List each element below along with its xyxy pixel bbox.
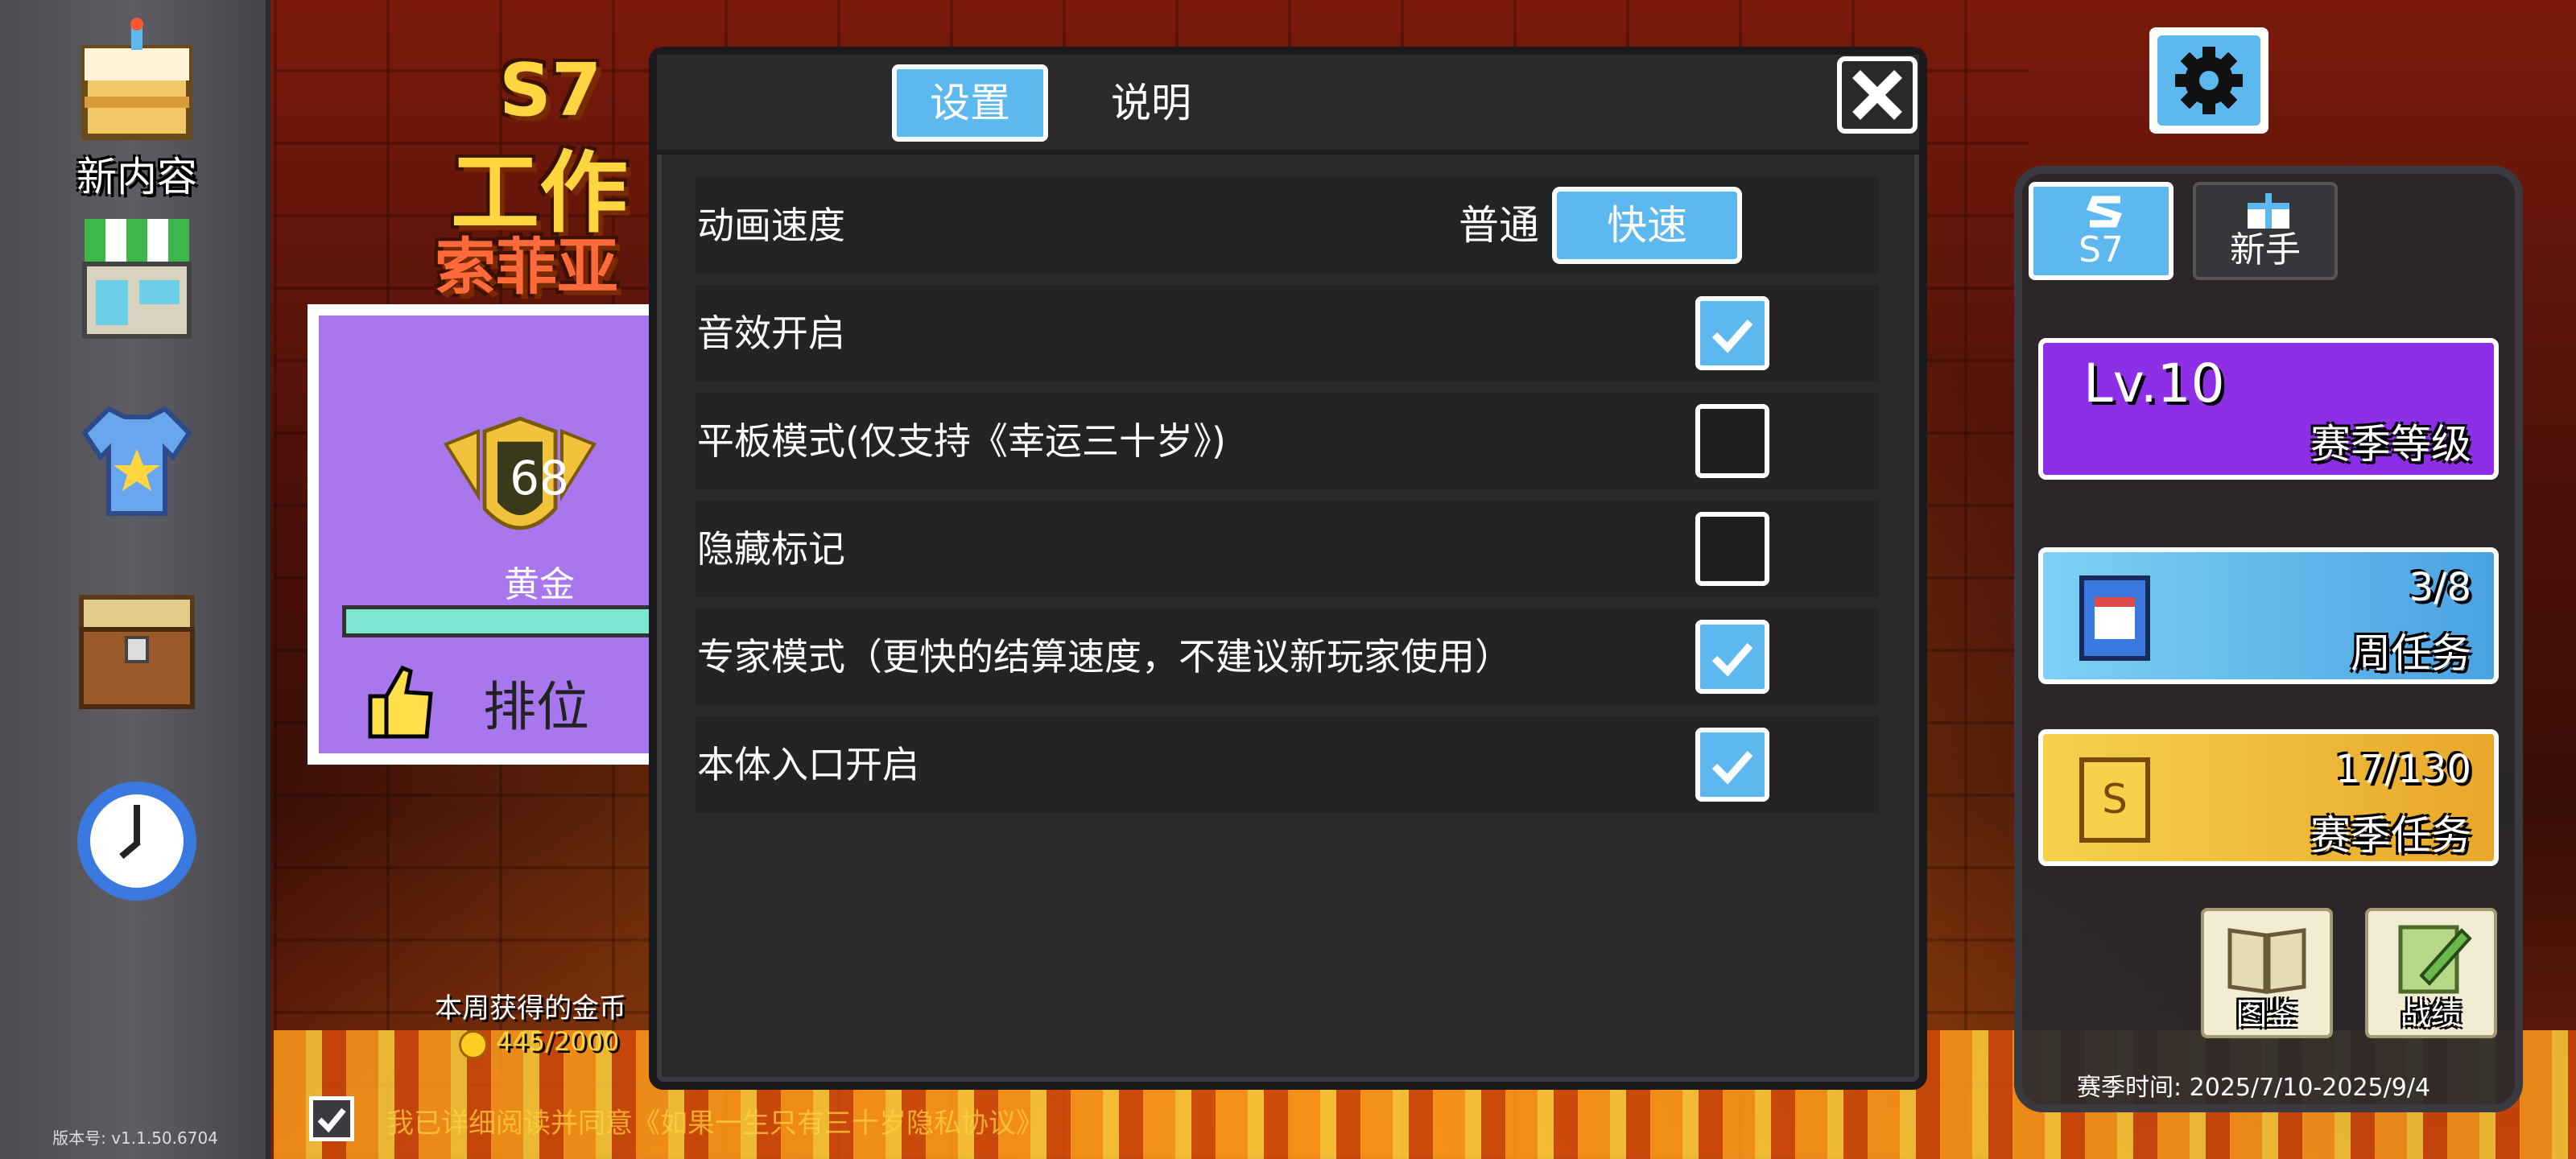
- settings-button[interactable]: [2149, 27, 2268, 134]
- season-quest-card[interactable]: S 17/130 赛季任务: [2038, 729, 2499, 866]
- season-level: Lv.10: [2083, 353, 2225, 415]
- tab-label: S7: [2079, 229, 2124, 270]
- sidebar-item-shop[interactable]: [56, 211, 217, 348]
- left-sidebar: 新内容 版本号: v1.1.50.6704: [0, 0, 270, 1159]
- record-button[interactable]: 战绩: [2365, 908, 2497, 1038]
- tab-s7[interactable]: S7: [2029, 182, 2174, 280]
- tab-help[interactable]: 说明: [1079, 64, 1224, 142]
- tshirt-icon: [68, 393, 205, 530]
- check-icon: [317, 1107, 346, 1133]
- shop-icon: [68, 211, 205, 348]
- calendar-scroll-icon: [2079, 575, 2150, 661]
- season-s-icon: [2087, 196, 2122, 228]
- rank-mode-label: 排位: [483, 676, 589, 738]
- setting-row-sound: 音效开启: [696, 285, 1879, 382]
- tab-label: 新手: [2230, 229, 2301, 270]
- sidebar-item-wardrobe[interactable]: [56, 393, 217, 530]
- main-entry-checkbox[interactable]: [1695, 728, 1769, 802]
- setting-label: 本体入口开启: [697, 743, 919, 786]
- hide-marks-checkbox[interactable]: [1695, 512, 1769, 586]
- record-label: 战绩: [2400, 996, 2462, 1032]
- setting-label: 平板模式(仅支持《幸运三十岁》): [697, 419, 1226, 463]
- codex-label: 图鉴: [2235, 996, 2297, 1032]
- chest-icon: [68, 581, 205, 718]
- weekly-quest-title: 周任务: [2351, 630, 2471, 677]
- setting-row-expert-mode: 专家模式（更快的结算速度，不建议新玩家使用）: [696, 608, 1879, 705]
- expert-mode-checkbox[interactable]: [1695, 620, 1769, 694]
- sidebar-item-label: 新内容: [76, 154, 197, 200]
- scroll-pen-icon: [2398, 925, 2472, 994]
- sound-checkbox[interactable]: [1695, 296, 1769, 370]
- event-title-line2: 索菲亚: [435, 231, 618, 303]
- thumbs-up-icon: [368, 665, 433, 739]
- sidebar-item-new-content[interactable]: 新内容: [56, 16, 217, 203]
- sidebar-item-history[interactable]: [56, 773, 217, 909]
- tab-newbie[interactable]: 新手: [2193, 182, 2338, 280]
- event-banner: S7 工作 索菲亚: [354, 48, 660, 303]
- clock-icon: [68, 773, 205, 909]
- setting-row-animation-speed: 动画速度 普通 快速: [696, 177, 1879, 274]
- agreement-text[interactable]: 我已详细阅读并同意《如果一生只有三十岁隐私协议》: [386, 1101, 1043, 1140]
- tab-settings[interactable]: 设置: [892, 64, 1048, 142]
- season-time: 赛季时间: 2025/7/10-2025/9/4: [2077, 1074, 2431, 1102]
- dialog-header: [657, 55, 1919, 155]
- tablet-mode-checkbox[interactable]: [1695, 404, 1769, 478]
- weekly-quest-progress: 3/8: [2409, 565, 2471, 610]
- season-scroll-icon: S: [2079, 757, 2150, 843]
- codex-button[interactable]: 图鉴: [2201, 908, 2333, 1038]
- setting-label: 音效开启: [697, 311, 845, 355]
- close-button[interactable]: [1837, 56, 1918, 134]
- check-icon: [1711, 320, 1753, 353]
- setting-label: 动画速度: [697, 204, 845, 247]
- version-label: 版本号: v1.1.50.6704: [52, 1128, 218, 1148]
- check-icon: [1711, 751, 1753, 785]
- weekly-coins-label: 本周获得的金币: [435, 992, 626, 1025]
- book-icon: [2227, 928, 2306, 994]
- weekly-quest-card[interactable]: 3/8 周任务: [2038, 547, 2499, 684]
- rank-tier: 黄金: [504, 564, 575, 605]
- season-level-title: 赛季等级: [2310, 421, 2471, 468]
- svg-text:S: S: [2102, 776, 2128, 823]
- season-quest-progress: 17/130: [2335, 747, 2471, 792]
- setting-row-main-entry: 本体入口开启: [696, 716, 1879, 813]
- cake-icon: [68, 16, 205, 153]
- speed-fast-option[interactable]: 快速: [1552, 187, 1742, 264]
- agreement-checkbox[interactable]: [309, 1096, 354, 1141]
- setting-row-tablet-mode: 平板模式(仅支持《幸运三十岁》): [696, 393, 1879, 489]
- setting-label: 专家模式（更快的结算速度，不建议新玩家使用）: [697, 635, 1512, 678]
- close-icon: [1852, 70, 1902, 120]
- season-level-card[interactable]: Lv.10 赛季等级: [2038, 338, 2499, 480]
- setting-row-hide-marks: 隐藏标记: [696, 501, 1879, 597]
- rank-progress-bar: [342, 605, 661, 637]
- coin-icon: [459, 1030, 488, 1059]
- season-quest-title: 赛季任务: [2310, 812, 2471, 859]
- sidebar-item-bag[interactable]: [56, 581, 217, 718]
- check-icon: [1711, 643, 1753, 677]
- weekly-coins-value: 445/2000: [496, 1026, 620, 1057]
- rank-number: 68: [510, 451, 569, 505]
- gear-icon: [2175, 47, 2243, 114]
- setting-label: 隐藏标记: [697, 527, 845, 571]
